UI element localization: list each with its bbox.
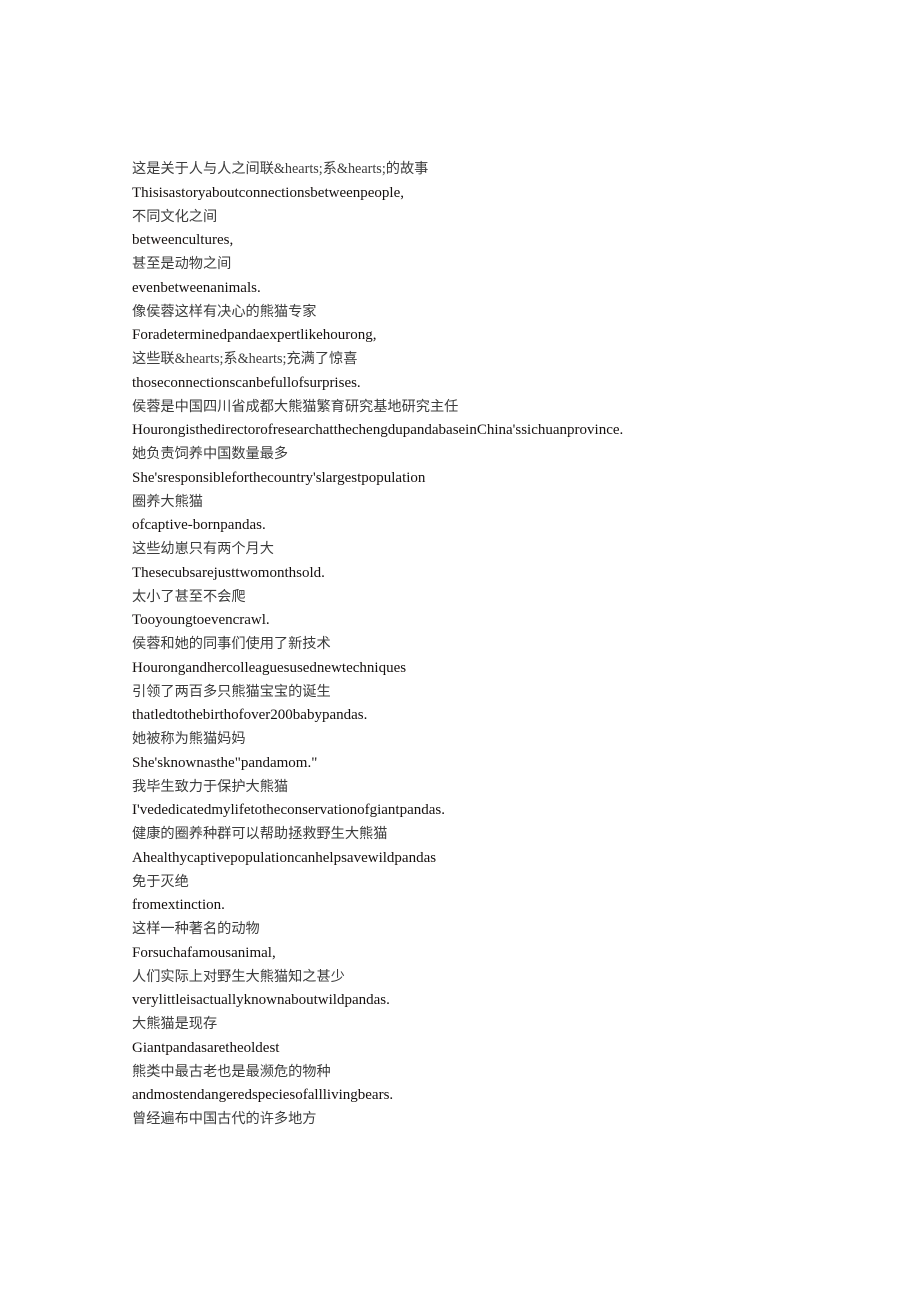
transcript-line-zh: 引领了两百多只熊猫宝宝的诞生 [132, 683, 331, 700]
transcript-line-zh: 健康的圈养种群可以帮助拯救野生大熊猫 [132, 826, 388, 842]
transcript-line-en: verylittleisactuallyknownaboutwildpandas… [132, 992, 390, 1009]
transcript-line-zh: 熊类中最古老也是最濒危的物种 [132, 1063, 331, 1080]
transcript-line-en: Foradeterminedpandaexpertlikehourong, [132, 327, 377, 344]
transcript-line-zh: 这样一种著名的动物 [132, 921, 260, 937]
transcript-line-zh: 大熊猫是现存 [132, 1016, 218, 1032]
transcript-line-zh: 太小了甚至不会爬 [132, 588, 246, 605]
transcript-line-en: evenbetweenanimals. [132, 279, 261, 296]
transcript-line-en: Giantpandasaretheoldest [132, 1039, 280, 1056]
transcript-line-zh: 她负责饲养中国数量最多 [132, 446, 289, 462]
transcript-line-en: betweencultures, [132, 232, 234, 249]
transcript-line-en: thatledtothebirthofover200babypandas. [132, 707, 368, 724]
transcript-line-en: thoseconnectionscanbefullofsurprises. [132, 374, 361, 391]
transcript-line-zh: 曾经遍布中国古代的许多地方 [132, 1111, 317, 1127]
transcript-line-zh: 免于灭绝 [132, 873, 189, 890]
transcript-line-en: I'vededicatedmylifetotheconservationofgi… [132, 802, 446, 819]
transcript-line-en: Thesecubsarejusttwomonthsold. [132, 564, 325, 581]
transcript-line-en: ofcaptive-bornpandas. [132, 517, 266, 534]
transcript-line-zh: 圈养大熊猫 [132, 493, 203, 510]
transcript-line-en: Ahealthycaptivepopulationcanhelpsavewild… [132, 849, 437, 866]
transcript-line-en: andmostendangeredspeciesofalllivingbears… [132, 1087, 394, 1104]
transcript-line-zh: 甚至是动物之间 [132, 256, 232, 272]
transcript-line-en: Tooyoungtoevencrawl. [132, 612, 270, 629]
transcript-line-zh: 这些幼崽只有两个月大 [132, 541, 274, 557]
transcript-line-en: She'sresponsibleforthecountry'slargestpo… [132, 469, 426, 486]
transcript-line-en: She'sknownasthe"pandamom." [132, 754, 318, 771]
transcript-line-zh: 我毕生致力于保护大熊猫 [132, 778, 289, 795]
transcript-line-zh: 不同文化之间 [132, 208, 218, 225]
transcript-line-en: Forsuchafamousanimal, [132, 944, 276, 961]
transcript-line-zh: 人们实际上对野生大熊猫知之甚少 [132, 968, 345, 985]
transcript-line-zh: 侯蓉是中国四川省成都大熊猫繁育研究基地研究主任 [132, 398, 459, 415]
transcript-line-zh: 像侯蓉这样有决心的熊猫专家 [132, 303, 317, 320]
transcript-line-en: Hourongandhercolleaguesusednewtechniques [132, 659, 407, 676]
transcript-line-en: fromextinction. [132, 897, 225, 914]
transcript-line-en: Thisisastoryaboutconnectionsbetweenpeopl… [132, 184, 405, 201]
document-page: 这是关于人与人之间联&hearts;系&hearts;的故事 Thisisasto… [0, 0, 920, 1301]
transcript-line-zh: 这是关于人与人之间联&hearts;系&hearts;的故事 [132, 161, 429, 177]
transcript-line-en: Hourongisthedirectorofresearchatthecheng… [132, 422, 624, 439]
transcript-line-zh: 这些联&hearts;系&hearts;充满了惊喜 [132, 351, 358, 367]
transcript-line-zh: 她被称为熊猫妈妈 [132, 731, 246, 747]
transcript-line-zh: 侯蓉和她的同事们使用了新技术 [132, 636, 331, 652]
transcript-body: 这是关于人与人之间联&hearts;系&hearts;的故事 Thisisasto… [132, 158, 832, 1132]
